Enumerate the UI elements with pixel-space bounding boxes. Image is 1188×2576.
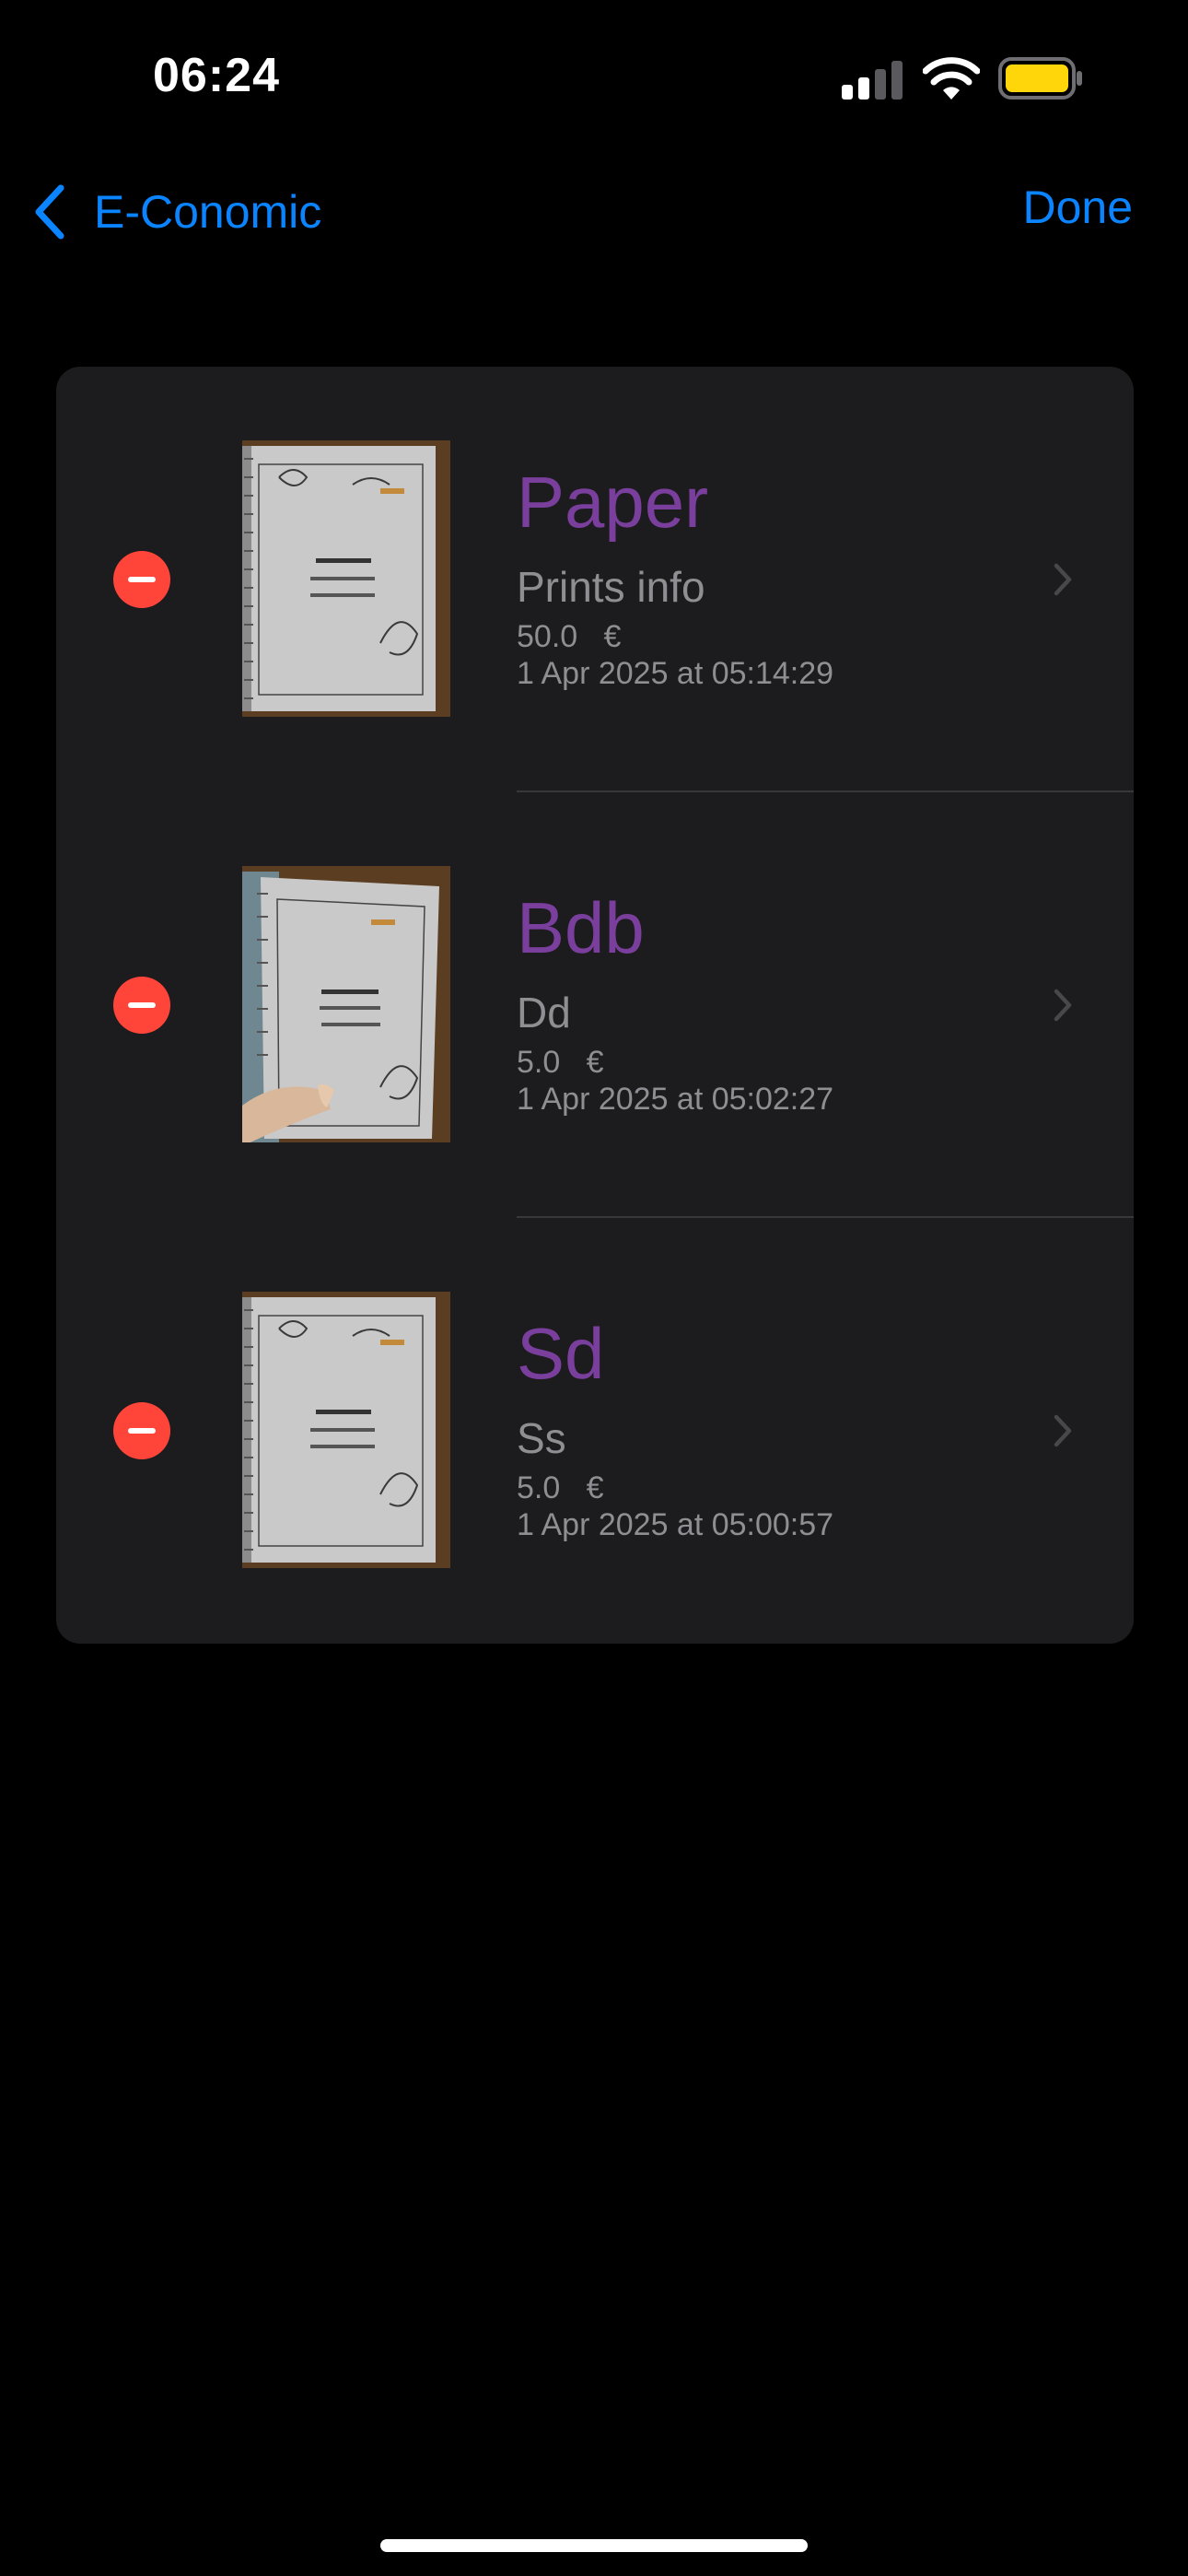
wifi-icon <box>923 57 980 100</box>
delete-minus-icon[interactable] <box>113 977 170 1034</box>
item-subtitle: Prints info <box>517 563 705 611</box>
receipt-photo-icon[interactable] <box>242 440 450 717</box>
item-title: Paper <box>517 462 709 543</box>
item-amount: 50.0 € <box>517 619 622 654</box>
chevron-right-icon[interactable] <box>1053 988 1073 1023</box>
back-button-label: E-Conomic <box>94 186 322 238</box>
item-subtitle: Dd <box>517 989 571 1036</box>
receipt-list: Paper Prints info 50.0 € 1 Apr 2025 at 0… <box>56 367 1134 1644</box>
item-title: Sd <box>517 1313 605 1394</box>
item-date: 1 Apr 2025 at 05:02:27 <box>517 1082 834 1117</box>
item-date: 1 Apr 2025 at 05:00:57 <box>517 1507 834 1542</box>
list-item[interactable]: Paper Prints info 50.0 € 1 Apr 2025 at 0… <box>56 367 1134 792</box>
delete-minus-icon[interactable] <box>113 551 170 608</box>
item-amount: 5.0 € <box>517 1045 604 1080</box>
chevron-right-icon[interactable] <box>1053 1413 1073 1448</box>
back-button[interactable]: E-Conomic <box>31 175 321 249</box>
chevron-right-icon[interactable] <box>1053 562 1073 597</box>
delete-minus-icon[interactable] <box>113 1402 170 1459</box>
home-indicator[interactable] <box>380 2539 808 2552</box>
done-button[interactable]: Done <box>1022 181 1133 234</box>
chevron-left-icon <box>35 184 64 240</box>
list-item[interactable]: Sd Ss 5.0 € 1 Apr 2025 at 05:00:57 <box>56 1218 1134 1644</box>
cellular-signal-icon <box>842 61 903 100</box>
status-time: 06:24 <box>153 49 280 102</box>
item-date: 1 Apr 2025 at 05:14:29 <box>517 656 834 691</box>
item-subtitle: Ss <box>517 1414 566 1462</box>
list-item[interactable]: Bdb Dd 5.0 € 1 Apr 2025 at 05:02:27 <box>56 792 1134 1218</box>
item-amount: 5.0 € <box>517 1470 604 1505</box>
battery-icon <box>998 57 1082 100</box>
status-bar: 06:24 <box>0 0 1188 157</box>
receipt-photo-icon[interactable] <box>242 1292 450 1568</box>
item-title: Bdb <box>517 887 645 968</box>
receipt-photo-icon[interactable] <box>242 866 450 1142</box>
